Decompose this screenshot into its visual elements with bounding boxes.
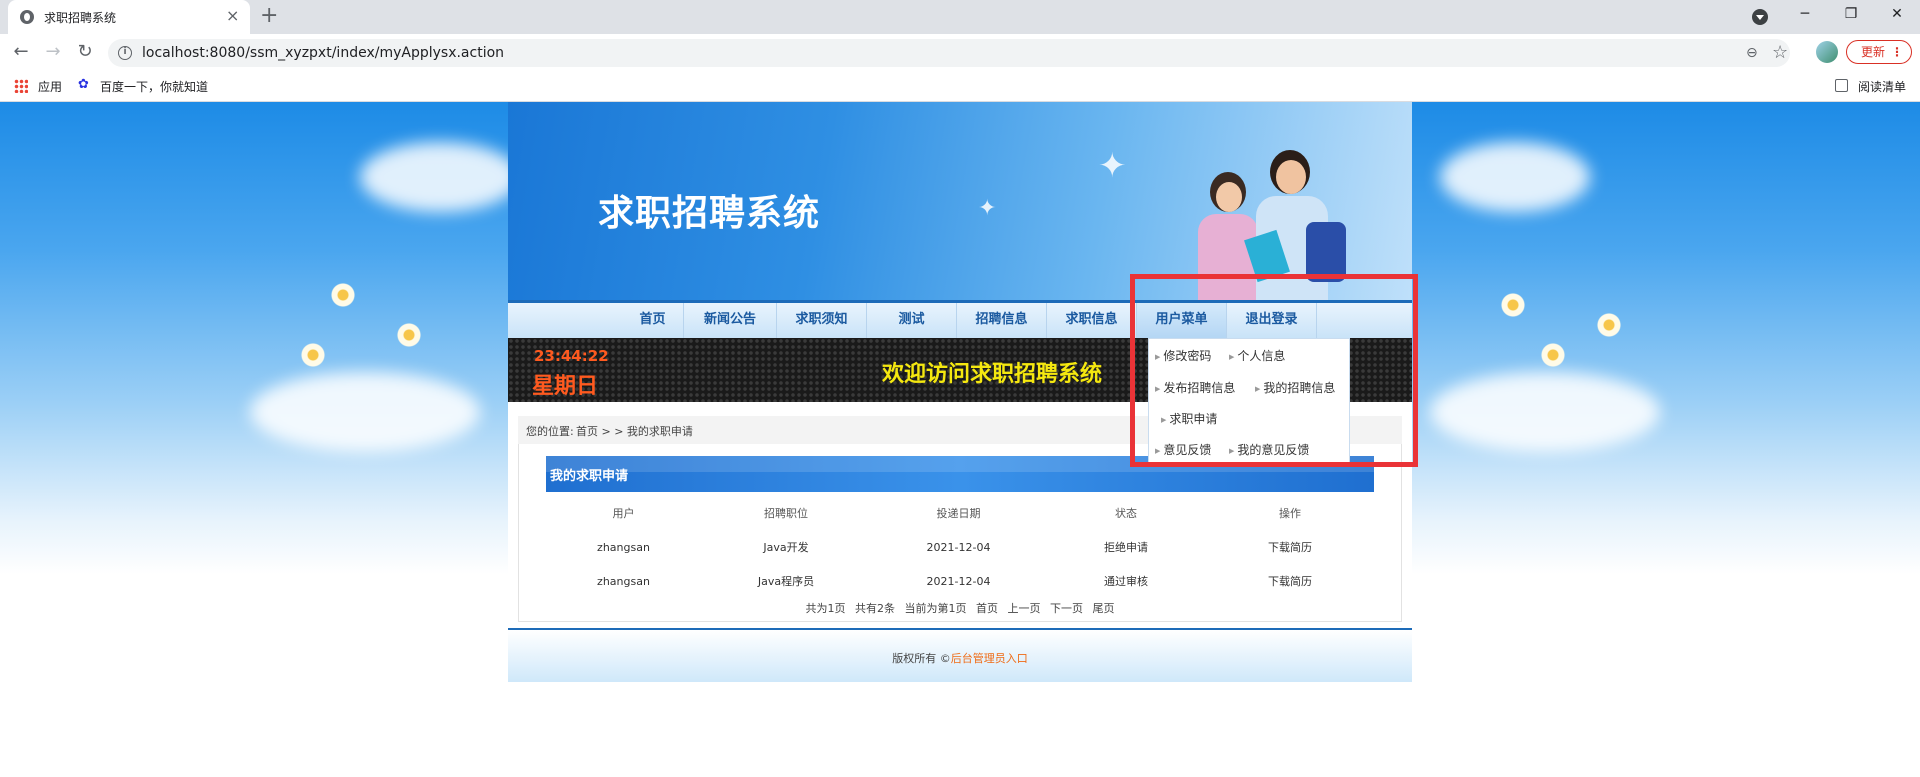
site-banner: ✦ ✦ 求职招聘系统 (508, 102, 1412, 300)
pager-current: 当前为第1页 (904, 602, 967, 615)
welcome-message: 欢迎访问求职招聘系统 (882, 362, 1103, 387)
address-bar[interactable]: i localhost:8080/ssm_xyzpxt/index/myAppl… (108, 39, 1790, 67)
cloud-decoration (250, 372, 480, 452)
pagination: 共为1页 共有2条 当前为第1页 首页 上一页 下一页 尾页 (508, 600, 1412, 616)
flower-decoration (1596, 312, 1622, 338)
bookmark-apps[interactable]: 应用 (38, 78, 62, 95)
table-row: zhangsan Java开发 2021-12-04 拒绝申请 下载简历 (546, 530, 1374, 564)
reload-icon[interactable]: ↻ (72, 39, 98, 65)
pager-total-items: 共有2条 (855, 602, 895, 615)
flower-decoration (1540, 342, 1566, 368)
breadcrumb-label: 您的位置: (526, 425, 574, 438)
pager-last-link[interactable]: 尾页 (1093, 602, 1115, 615)
tab-strip: 求职招聘系统 × + ─ ❐ ✕ (0, 0, 1920, 34)
baidu-paw-icon: ✿ (78, 77, 89, 92)
column-header: 状态 (1115, 507, 1137, 520)
back-icon[interactable]: ← (8, 39, 34, 65)
flower-decoration (300, 342, 326, 368)
globe-icon (20, 10, 34, 24)
nav-test[interactable]: 测试 (867, 303, 957, 338)
cloud-decoration (1440, 142, 1590, 212)
clock-display: 23:44:22 (534, 347, 609, 365)
tab-search-icon[interactable] (1752, 9, 1768, 25)
forward-icon[interactable]: → (40, 39, 66, 65)
tab-title: 求职招聘系统 (44, 11, 117, 25)
cell-status: 通过审核 (1104, 575, 1148, 588)
sparkle-icon: ✦ (1098, 146, 1127, 186)
nav-home[interactable]: 首页 (622, 303, 684, 338)
footer-text: 版权所有 ©后台管理员入口 (508, 650, 1412, 666)
more-menu-icon: ⋮ (1891, 45, 1903, 59)
cell-status: 拒绝申请 (1104, 541, 1148, 554)
download-resume-link[interactable]: 下载简历 (1206, 564, 1374, 598)
new-tab-icon[interactable]: + (260, 4, 278, 28)
cell-date: 2021-12-04 (926, 540, 991, 554)
close-tab-icon[interactable]: × (226, 7, 239, 25)
cloud-decoration (360, 142, 520, 212)
profile-avatar-icon[interactable] (1816, 41, 1838, 63)
column-header: 投递日期 (936, 507, 981, 520)
update-label: 更新 (1861, 45, 1886, 59)
cell-position: Java开发 (763, 541, 809, 554)
nav-news[interactable]: 新闻公告 (684, 303, 777, 338)
section-title: 我的求职申请 (550, 469, 629, 484)
flower-decoration (1500, 292, 1526, 318)
column-header: 招聘职位 (764, 507, 808, 520)
restore-icon[interactable]: ❐ (1828, 0, 1874, 34)
cell-user: zhangsan (597, 540, 650, 554)
bookmark-baidu[interactable]: 百度一下，你就知道 (100, 78, 208, 95)
apps-grid-icon[interactable] (14, 79, 28, 93)
cell-position: Java程序员 (757, 575, 815, 588)
bookmarks-bar: 应用 ✿ 百度一下，你就知道 阅读清单 (0, 70, 1920, 102)
reading-list-icon[interactable] (1835, 79, 1848, 92)
flower-decoration (396, 322, 422, 348)
nav-job-seek-info[interactable]: 求职信息 (1047, 303, 1137, 338)
table-row: zhangsan Java程序员 2021-12-04 通过审核 下载简历 (546, 564, 1374, 598)
url-text[interactable]: localhost:8080/ssm_xyzpxt/index/myApplys… (142, 45, 504, 61)
pager-prev-link[interactable]: 上一页 (1008, 602, 1041, 615)
pager-first-link[interactable]: 首页 (976, 602, 998, 615)
browser-tab[interactable]: 求职招聘系统 × (8, 0, 250, 34)
nav-recruit-info[interactable]: 招聘信息 (957, 303, 1047, 338)
site-title: 求职招聘系统 (598, 193, 821, 234)
page-background: ✦ ✦ 求职招聘系统 首页 新闻公告 求职须知 测试 招聘信息 求职信息 用户菜… (0, 102, 1920, 777)
highlight-box (1130, 274, 1418, 467)
breadcrumb-path[interactable]: 首页 > > 我的求职申请 (576, 423, 693, 439)
site-footer: 版权所有 ©后台管理员入口 (508, 628, 1412, 682)
cell-date: 2021-12-04 (926, 574, 991, 588)
table-header-row: 用户 招聘职位 投递日期 状态 操作 (546, 496, 1374, 530)
nav-job-guide[interactable]: 求职须知 (777, 303, 867, 338)
window-close-icon[interactable]: ✕ (1874, 0, 1920, 34)
update-button[interactable]: 更新 ⋮ (1846, 40, 1912, 64)
weekday-display: 星期日 (532, 374, 599, 399)
copyright-text: 版权所有 © (892, 652, 951, 665)
zoom-icon[interactable]: ⊖ (1746, 45, 1758, 61)
column-header: 用户 (612, 507, 635, 520)
cell-user: zhangsan (597, 574, 650, 588)
reading-list[interactable]: 阅读清单 (1858, 78, 1906, 95)
flower-decoration (330, 282, 356, 308)
download-resume-link[interactable]: 下载简历 (1206, 530, 1374, 564)
pager-next-link[interactable]: 下一页 (1050, 602, 1083, 615)
admin-entry-link[interactable]: 后台管理员入口 (951, 652, 1028, 665)
applications-table: 用户 招聘职位 投递日期 状态 操作 zhangsan Java开发 2021-… (546, 496, 1374, 598)
site-info-icon[interactable]: i (118, 46, 132, 60)
browser-toolbar: ← → ↻ i localhost:8080/ssm_xyzpxt/index/… (0, 34, 1920, 70)
pager-total-pages: 共为1页 (805, 602, 846, 615)
column-header: 操作 (1279, 507, 1301, 520)
sparkle-icon: ✦ (978, 196, 997, 221)
bookmark-star-icon[interactable]: ☆ (1772, 42, 1788, 63)
minimize-icon[interactable]: ─ (1782, 0, 1828, 34)
cloud-decoration (1430, 372, 1660, 452)
